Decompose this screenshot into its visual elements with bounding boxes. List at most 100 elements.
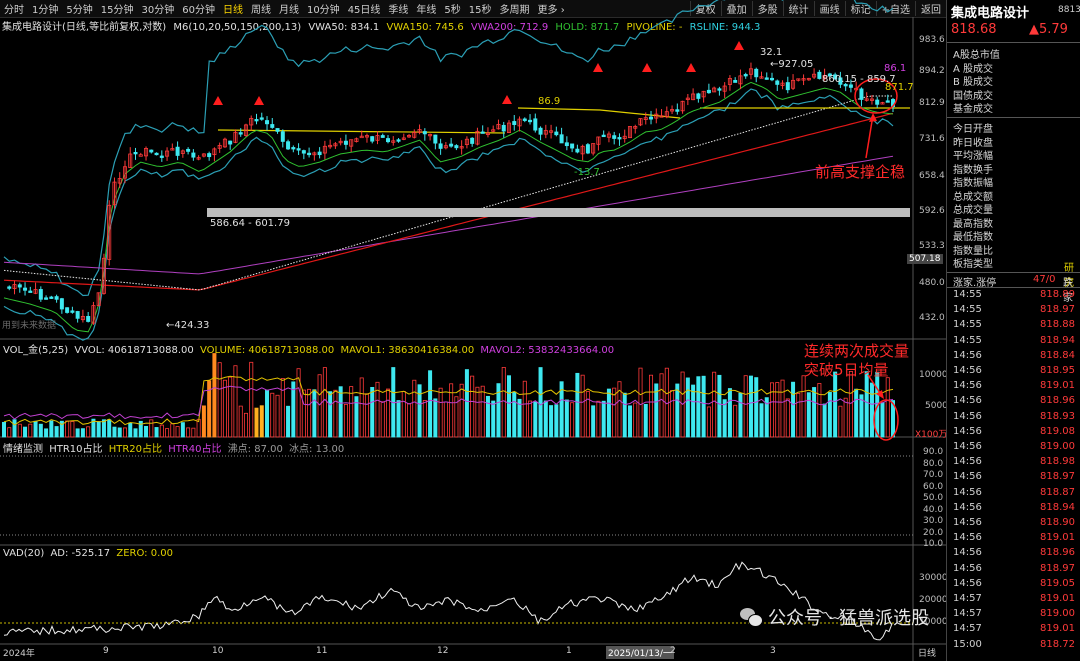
volume-bar xyxy=(243,412,248,438)
kline-chart[interactable] xyxy=(0,0,946,661)
tick-row: 14:56 819.01 xyxy=(947,532,1080,545)
volume-bar xyxy=(838,405,843,438)
tick-price: 819.08 xyxy=(1040,425,1075,437)
volume-bar xyxy=(659,373,664,438)
volume-legend: VOL_金(5,25) VVOL: 40618713088.00 VOLUME:… xyxy=(3,341,614,356)
candle-body xyxy=(775,80,780,85)
candle-body xyxy=(75,311,80,319)
volume-bars xyxy=(2,353,896,438)
candle-body xyxy=(317,151,322,156)
tick-time: 14:56 xyxy=(953,547,982,559)
tick-row: 14:56 818.84 xyxy=(947,350,1080,363)
divider xyxy=(947,287,1080,288)
tick-row: 14:56 818.96 xyxy=(947,395,1080,408)
volume-bar xyxy=(201,405,206,438)
volume-bar xyxy=(438,387,443,438)
volume-bar xyxy=(501,367,506,438)
candle-body xyxy=(291,147,296,150)
candle-body xyxy=(28,290,33,293)
tick-price: 819.01 xyxy=(1040,532,1075,544)
ad-label: AD: -525.17 xyxy=(50,548,111,559)
candle-body xyxy=(370,136,375,142)
cold-label: 冰点: 13.00 xyxy=(289,444,345,455)
volume-bar xyxy=(65,420,70,438)
divider xyxy=(947,42,1080,43)
tick-row: 14:56 818.97 xyxy=(947,471,1080,484)
tick-price: 818.94 xyxy=(1040,501,1075,513)
volume-bar xyxy=(333,389,338,438)
main-ytick: 480.0 xyxy=(919,278,945,288)
main-ytick: 592.6 xyxy=(919,206,945,216)
x-label: 3 xyxy=(770,646,776,656)
tick-price: 818.94 xyxy=(1040,334,1075,346)
ma-line-red xyxy=(3,112,894,291)
candle-body xyxy=(617,137,622,140)
volume-bar xyxy=(112,426,117,438)
zero-label: ZERO: 0.00 xyxy=(116,548,173,559)
tick-row: 14:56 818.98 xyxy=(947,456,1080,469)
tick-row: 14:56 819.01 xyxy=(947,380,1080,393)
candle-body xyxy=(270,124,275,128)
volume-bar xyxy=(733,404,738,438)
candle-body xyxy=(538,127,543,135)
x-label: 9 xyxy=(103,646,109,656)
volume-bar xyxy=(265,389,270,438)
volume-bar xyxy=(170,423,175,438)
main-ytick: 812.9 xyxy=(919,98,945,108)
volume-bar xyxy=(191,427,196,438)
volume-bar xyxy=(86,426,91,438)
volume-bar xyxy=(743,375,748,438)
volume-bar xyxy=(485,395,490,438)
tick-time: 14:56 xyxy=(953,395,982,407)
volume-bar xyxy=(12,419,17,438)
candlesticks xyxy=(7,62,896,325)
volume-note-line1: 连续两次成交量 xyxy=(804,342,910,360)
tick-row: 14:55 818.94 xyxy=(947,335,1080,348)
watermark-text: 公众号 · 猛兽派选股 xyxy=(768,608,930,629)
candle-body xyxy=(254,119,259,122)
market-item[interactable]: 基金成交 xyxy=(953,100,993,115)
tick-price: 818.97 xyxy=(1040,562,1075,574)
x-cursor-date: 2025/01/13/一 xyxy=(606,646,674,659)
tick-row: 14:57 819.00 xyxy=(947,608,1080,621)
sentiment-ytick: 80.0 xyxy=(923,458,944,469)
signal-marker xyxy=(734,41,744,50)
volume-bar xyxy=(606,388,611,438)
candle-body xyxy=(149,149,154,153)
tick-time: 14:56 xyxy=(953,486,982,498)
sentiment-ytick: 70.0 xyxy=(923,470,944,480)
candle-body xyxy=(191,152,196,158)
candle-body xyxy=(601,134,606,138)
tick-price: 819.00 xyxy=(1040,441,1075,452)
tick-row: 14:56 818.95 xyxy=(947,365,1080,378)
volume-bar xyxy=(417,384,422,438)
r2-label: 871.7 xyxy=(885,82,914,93)
volume-bar xyxy=(806,392,811,438)
volume-bar xyxy=(359,377,364,438)
tick-time: 14:57 xyxy=(953,623,982,635)
tick-time: 14:55 xyxy=(953,334,982,346)
volume-bar xyxy=(2,421,7,438)
volume-bar xyxy=(570,402,575,438)
volume-bar xyxy=(801,375,806,438)
volume-bar xyxy=(70,421,75,438)
gap-label: 586.64 - 601.79 xyxy=(210,218,290,229)
volume-bar xyxy=(696,376,701,438)
volume-bar xyxy=(317,374,322,438)
candle-body xyxy=(307,152,312,156)
tick-price: 818.97 xyxy=(1040,304,1075,316)
tick-time: 14:56 xyxy=(953,380,982,392)
volume-bar xyxy=(812,387,817,438)
tick-time: 14:57 xyxy=(953,593,982,604)
candle-body xyxy=(554,131,559,136)
volume-bar xyxy=(675,383,680,438)
tick-price: 818.88 xyxy=(1040,319,1075,331)
candle-body xyxy=(564,142,569,147)
tick-time: 14:56 xyxy=(953,532,982,544)
volume-bar xyxy=(144,426,149,438)
main-ytick: 658.4 xyxy=(919,171,945,181)
candle-body xyxy=(133,151,138,155)
candle-body xyxy=(696,93,701,99)
tick-time: 14:56 xyxy=(953,562,982,574)
volume-bar xyxy=(848,371,853,438)
